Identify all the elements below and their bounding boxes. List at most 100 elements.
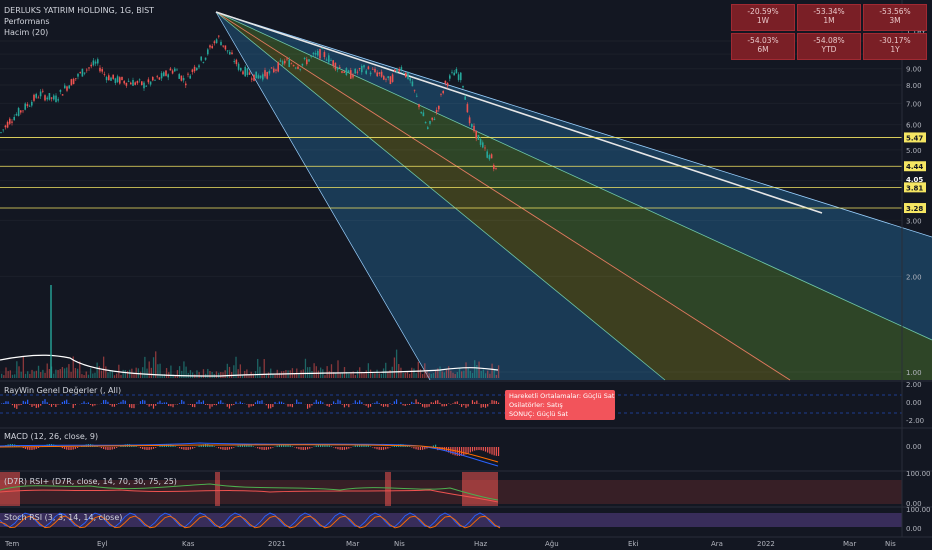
volume-bar <box>74 368 77 378</box>
candle-body <box>79 72 81 73</box>
volume-bar <box>29 373 31 378</box>
raywin-bar <box>359 400 361 404</box>
volume-bar <box>382 368 385 378</box>
macd-hist <box>150 447 152 450</box>
raywin-bar <box>471 400 474 404</box>
raywin-bar <box>120 401 122 404</box>
symbol-title: DERLUKS YATIRIM HOLDING, 1G, BIST <box>4 6 155 15</box>
candle-body <box>22 110 24 112</box>
raywin-bar <box>176 404 178 405</box>
volume-bar <box>68 364 70 378</box>
raywin-bar <box>458 404 461 405</box>
raywin-bar <box>259 401 261 404</box>
volume-bar <box>274 374 276 378</box>
candle-body <box>224 45 227 50</box>
macd-hist <box>482 447 484 451</box>
candle-body <box>185 83 187 86</box>
candle-body <box>171 70 174 74</box>
raywin-bar <box>367 404 369 408</box>
candle-body <box>222 45 224 47</box>
candle-body <box>354 68 356 74</box>
time-tick-label: Mar <box>346 540 359 548</box>
candle-body <box>226 50 229 52</box>
volume-bar <box>37 365 40 378</box>
volume-bar <box>18 366 20 378</box>
raywin-bar <box>280 401 283 404</box>
candle-body <box>235 59 238 65</box>
raywin-bar <box>356 402 359 404</box>
volume-bar <box>259 366 261 378</box>
candle-body <box>405 72 407 78</box>
candle-body <box>119 77 121 84</box>
raywin-bar <box>33 404 35 406</box>
raywin-bar <box>346 404 348 406</box>
raywin-bar <box>482 404 484 408</box>
volume-bar <box>40 372 42 378</box>
price-tick-label: 9.00 <box>906 66 922 74</box>
candle-body <box>147 79 150 83</box>
candle-body <box>90 64 92 67</box>
macd-hist <box>378 447 380 450</box>
candle-body <box>77 73 79 77</box>
raywin-bar <box>270 404 272 409</box>
raywin-bar <box>339 400 341 404</box>
candle-body <box>400 67 403 71</box>
volume-bar <box>209 371 211 378</box>
raywin-bar <box>29 404 31 405</box>
macd-hist <box>148 447 150 450</box>
raywin-bar <box>426 404 428 408</box>
raywin-bar <box>445 404 448 407</box>
macd-hist <box>261 447 263 450</box>
volume-bar <box>435 370 437 378</box>
raywin-bar <box>484 404 487 408</box>
volume-bar <box>189 370 192 378</box>
candle-body <box>240 67 242 71</box>
raywin-bar <box>274 401 276 404</box>
macd-hist <box>417 447 419 450</box>
macd-hist <box>435 444 437 447</box>
volume-bar <box>159 363 161 378</box>
raywin-bar <box>61 401 63 404</box>
candle-body <box>361 65 363 73</box>
candle-body <box>367 66 370 70</box>
volume-bar <box>202 369 205 378</box>
raywin-bar <box>400 402 402 404</box>
candle-body <box>438 105 440 110</box>
raywin-bar <box>408 404 411 405</box>
perf-cell: -20.59% 1W <box>731 4 795 31</box>
raywin-bar <box>287 404 289 407</box>
volume-bar <box>324 375 326 378</box>
candle-body <box>435 109 438 113</box>
raywin-bar <box>122 399 124 404</box>
macd-hist <box>306 447 309 450</box>
volume-bar <box>222 372 224 378</box>
candle-body <box>308 59 310 62</box>
raywin-bar <box>487 404 489 407</box>
candle-body <box>407 72 409 80</box>
chart-canvas[interactable]: 1 TRY11.0010.009.008.007.006.005.004.003… <box>0 0 932 550</box>
candle-body <box>347 70 350 73</box>
candle-body <box>99 67 101 72</box>
raywin-bar <box>411 401 413 404</box>
volume-bar <box>61 366 64 378</box>
macd-hist <box>144 447 146 450</box>
macd-hist <box>335 447 337 449</box>
candle-body <box>259 75 262 78</box>
pane-tick-label: 2.00 <box>906 381 922 389</box>
perf-cell: -30.17% 1Y <box>863 33 927 60</box>
candle-body <box>24 103 26 110</box>
macd-hist <box>267 447 270 450</box>
candle-body <box>312 52 315 55</box>
candle-body <box>385 78 387 80</box>
candle-body <box>332 60 334 66</box>
raywin-bar <box>181 399 183 404</box>
raywin-bar <box>163 402 165 404</box>
candle-body <box>61 94 64 96</box>
pane-tick-label: 0.00 <box>906 443 922 451</box>
volume-bar <box>480 370 482 378</box>
macd-hist <box>27 447 29 450</box>
macd-hist <box>341 447 343 450</box>
macd-hist <box>100 447 103 449</box>
macd-hist <box>337 447 339 450</box>
candle-body <box>389 76 392 85</box>
